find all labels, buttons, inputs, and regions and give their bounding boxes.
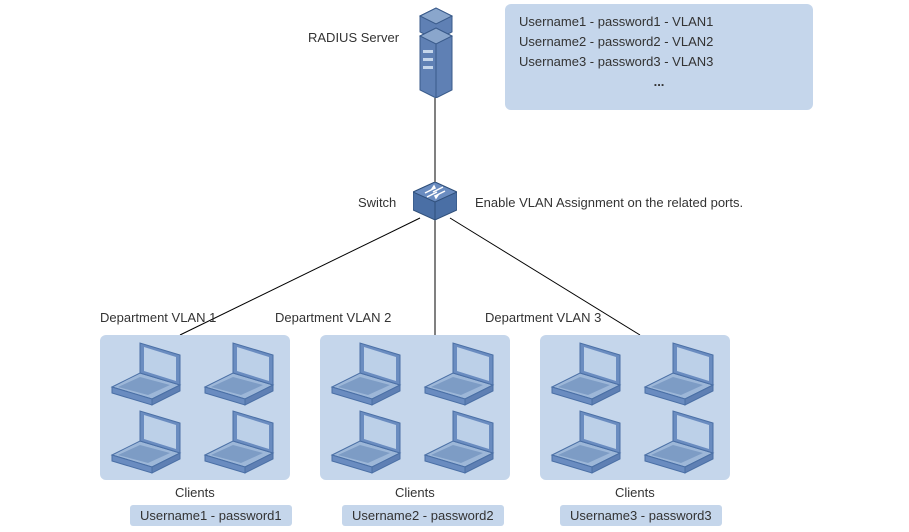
clients-label-1: Clients xyxy=(175,485,215,500)
switch-note: Enable VLAN Assignment on the related po… xyxy=(475,195,743,210)
clients-label-2: Clients xyxy=(395,485,435,500)
dept-label-3: Department VLAN 3 xyxy=(485,310,601,325)
cred-box-2: Username2 - password2 xyxy=(342,505,504,526)
radius-entry: Username3 - password3 - VLAN3 xyxy=(519,52,799,72)
dept-label-2: Department VLAN 2 xyxy=(275,310,391,325)
clients-panel-3 xyxy=(540,335,730,480)
radius-entry: Username1 - password1 - VLAN1 xyxy=(519,12,799,32)
clients-label-3: Clients xyxy=(615,485,655,500)
radius-server-label: RADIUS Server xyxy=(308,30,399,45)
clients-panel-1 xyxy=(100,335,290,480)
clients-panel-2 xyxy=(320,335,510,480)
radius-config-panel: Username1 - password1 - VLAN1 Username2 … xyxy=(505,4,813,110)
cred-box-3: Username3 - password3 xyxy=(560,505,722,526)
switch-icon xyxy=(413,182,457,225)
cred-box-1: Username1 - password1 xyxy=(130,505,292,526)
radius-entry: Username2 - password2 - VLAN2 xyxy=(519,32,799,52)
dept-label-1: Department VLAN 1 xyxy=(100,310,216,325)
radius-server-icon xyxy=(414,6,458,101)
radius-entry-more: ... xyxy=(519,72,799,92)
switch-label: Switch xyxy=(358,195,396,210)
